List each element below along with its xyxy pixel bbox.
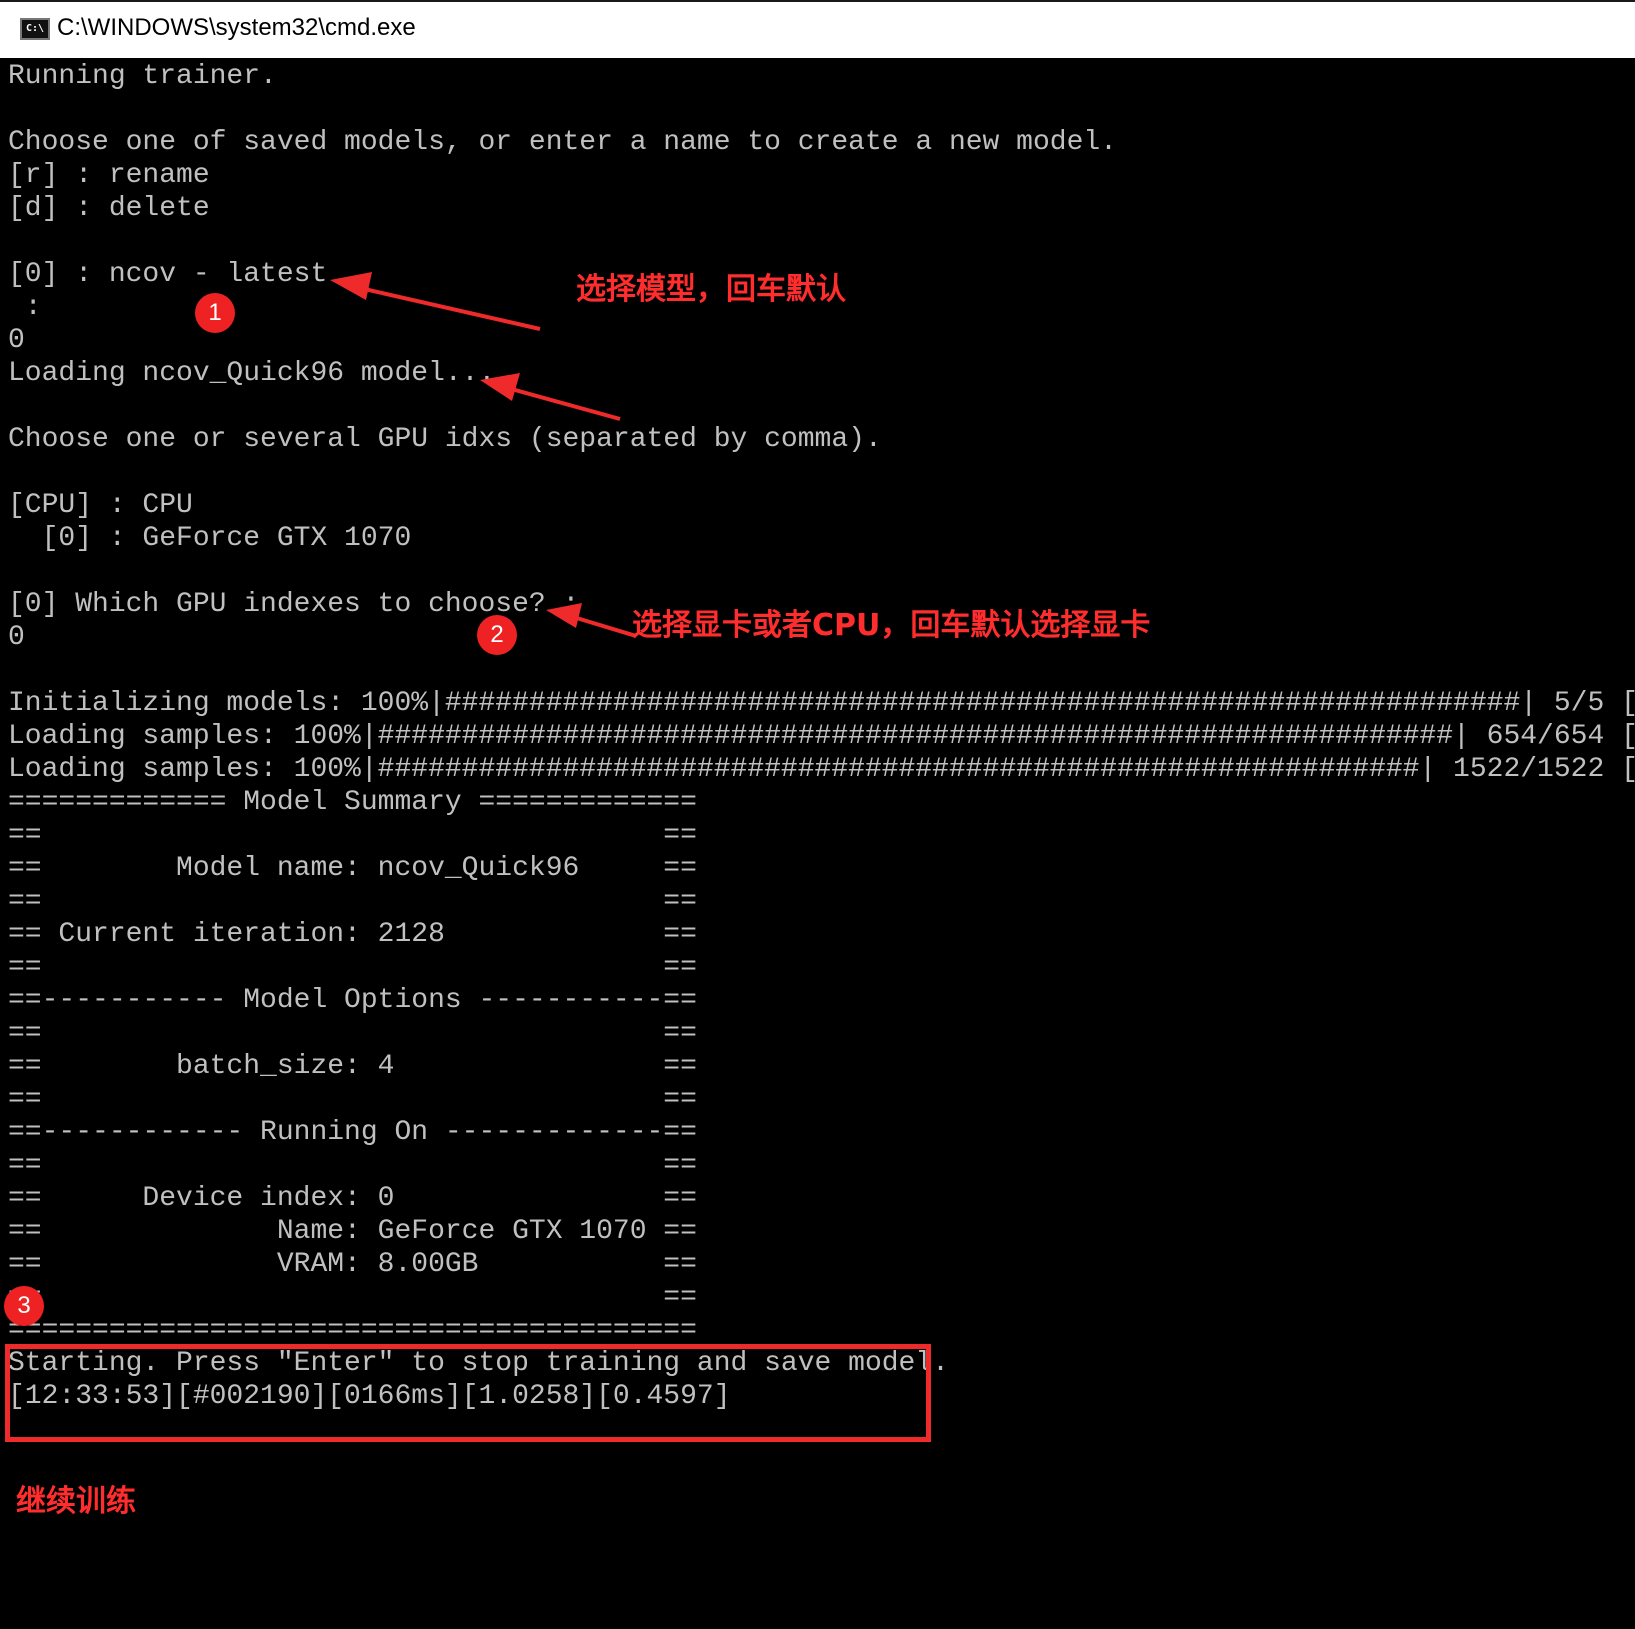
console-line: == Device index: 0 == (8, 1183, 697, 1214)
console-line: Loading samples: 100%|##################… (8, 754, 1635, 785)
console-line: == == (8, 952, 697, 983)
console-line: Choose one or several GPU idxs (separate… (8, 424, 882, 455)
console-line: Loading ncov_Quick96 model... (8, 358, 496, 389)
console-line: ========================================… (8, 1315, 697, 1346)
annotation-continue-training: 继续训练 (16, 1484, 136, 1519)
console-output[interactable]: Running trainer. Choose one of saved mode… (8, 60, 1635, 1413)
console-line: ==----------- Model Options -----------=… (8, 985, 697, 1016)
cmd-window: C:\ C:\WINDOWS\system32\cmd.exe Running … (0, 0, 1635, 1629)
annotation-choose-gpu: 选择显卡或者CPU，回车默认选择显卡 (632, 608, 1151, 643)
console-line: == == (8, 886, 697, 917)
console-line: Initializing models: 100%|##############… (8, 688, 1635, 719)
console-line: == VRAM: 8.00GB == (8, 1249, 697, 1280)
step-badge-3: 3 (4, 1286, 44, 1326)
window-title: C:\WINDOWS\system32\cmd.exe (57, 14, 416, 41)
console-line: Loading samples: 100%|##################… (8, 721, 1635, 752)
highlight-training-output (5, 1344, 931, 1442)
console-line: == == (8, 1282, 697, 1313)
console-line: [CPU] : CPU (8, 490, 193, 521)
console-line: == Current iteration: 2128 == (8, 919, 697, 950)
cmd-icon: C:\ (20, 18, 50, 40)
console-line: == == (8, 1150, 697, 1181)
console-line: 0 (8, 325, 25, 356)
title-bar[interactable]: C:\ C:\WINDOWS\system32\cmd.exe (0, 0, 1635, 58)
console-line: == == (8, 1084, 697, 1115)
console-line: == == (8, 1018, 697, 1049)
console-line: == Model name: ncov_Quick96 == (8, 853, 697, 884)
console-line: ==------------ Running On -------------=… (8, 1117, 697, 1148)
console-line: [0] : GeForce GTX 1070 (8, 523, 412, 554)
console-line: [d] : delete (8, 193, 210, 224)
step-badge-1: 1 (195, 293, 235, 333)
console-line: == Name: GeForce GTX 1070 == (8, 1216, 697, 1247)
console-line: Running trainer. (8, 61, 277, 92)
console-line: == == (8, 820, 697, 851)
annotation-choose-model: 选择模型，回车默认 (576, 272, 846, 307)
console-line: == batch_size: 4 == (8, 1051, 697, 1082)
step-badge-2: 2 (477, 615, 517, 655)
console-line: [r] : rename (8, 160, 210, 191)
console-line: Choose one of saved models, or enter a n… (8, 127, 1117, 158)
console-line: ============= Model Summary ============… (8, 787, 697, 818)
